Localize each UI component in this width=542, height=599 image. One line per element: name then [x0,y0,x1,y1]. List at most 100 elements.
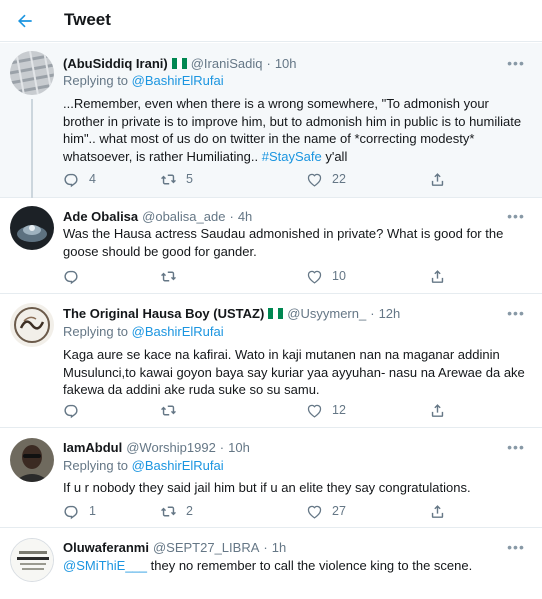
retweet-button[interactable] [160,267,177,285]
separator-dot: · [219,440,225,455]
separator-dot: · [229,209,234,224]
display-name[interactable]: Oluwaferanmi [63,540,149,555]
avatar[interactable] [10,206,54,250]
like-button[interactable]: 27 [306,502,346,520]
avatar[interactable] [10,438,54,482]
heart-icon [307,270,322,284]
nigeria-flag-icon [268,308,284,319]
share-button[interactable] [429,502,446,520]
more-icon[interactable]: ••• [506,209,526,224]
hashtag-link[interactable]: #StaySafe [262,149,322,164]
retweet-icon [161,271,176,281]
tweet-text-tail: y'all [325,148,348,164]
back-arrow-icon [18,14,32,28]
retweet-button[interactable] [160,401,177,419]
share-icon [431,172,444,186]
reply-button[interactable]: 1 [63,502,96,520]
share-icon [431,269,444,283]
more-icon[interactable]: ••• [506,306,526,321]
reply-icon [64,270,78,284]
tweet-timestamp[interactable]: 10h [275,56,297,71]
tweet-header: Oluwaferanmi @SEPT27_LIBRA · 1h [63,540,286,555]
heart-icon [307,404,322,418]
like-count: 27 [332,504,346,518]
back-button[interactable] [12,8,38,34]
retweet-icon [161,506,176,516]
display-name[interactable]: (AbuSiddiq Irani) [63,56,168,71]
tweet-timestamp[interactable]: 10h [228,440,250,455]
thread-line [31,99,33,199]
tweet-text: If u r nobody they said jail him but if … [63,480,471,495]
tweet-item[interactable]: IamAbdul @Worship1992 · 10h ••• Replying… [0,428,542,528]
avatar[interactable] [10,51,54,95]
tweet-timestamp[interactable]: 1h [272,540,286,555]
replying-to-label: Replying to [63,73,129,88]
reply-button[interactable]: 4 [63,170,96,188]
tweet-timestamp[interactable]: 4h [238,209,252,224]
display-name[interactable]: The Original Hausa Boy (USTAZ) [63,306,264,321]
reply-button[interactable] [63,401,80,419]
mention-link[interactable]: @BashirElRufai [132,324,224,339]
tweet-item[interactable]: Ade Obalisa @obalisa_ade · 4h ••• Was th… [0,198,542,294]
share-icon [431,403,444,417]
tweet-text: @SMiThiE___ they no remember to call the… [63,557,525,575]
separator-dot: · [263,540,268,555]
share-button[interactable] [429,401,446,419]
avatar[interactable] [10,303,54,347]
share-icon [431,504,444,518]
tweet-header: (AbuSiddiq Irani) @IraniSadiq · 10h [63,56,297,71]
separator-dot: · [266,56,271,71]
like-button[interactable]: 12 [306,401,346,419]
retweet-button[interactable]: 2 [160,502,193,520]
tweet-item[interactable]: Oluwaferanmi @SEPT27_LIBRA · 1h ••• @SMi… [0,528,542,599]
tweet-item[interactable]: (AbuSiddiq Irani) @IraniSadiq · 10h ••• … [0,43,542,199]
more-icon[interactable]: ••• [506,440,526,455]
user-handle[interactable]: @Worship1992 [126,440,216,455]
like-count: 22 [332,172,346,186]
tweet-header: Ade Obalisa @obalisa_ade · 4h [63,209,252,224]
like-button[interactable]: 10 [306,267,346,285]
replying-to-label: Replying to [63,458,129,473]
replying-to-label: Replying to [63,324,129,339]
reply-count: 1 [89,504,96,518]
more-icon[interactable]: ••• [506,56,526,71]
user-handle[interactable]: @Usyymern_ [287,306,366,321]
user-handle[interactable]: @SEPT27_LIBRA [153,540,259,555]
reply-icon [64,404,78,418]
tweet-item[interactable]: The Original Hausa Boy (USTAZ) @Usyymern… [0,294,542,428]
retweet-button[interactable]: 5 [160,170,193,188]
heart-icon [307,173,322,187]
tweet-actions: 4 5 22 [63,170,446,188]
share-button[interactable] [429,267,446,285]
reply-icon [64,505,78,519]
tweet-header: The Original Hausa Boy (USTAZ) @Usyymern… [63,306,400,321]
mention-link[interactable]: @SMiThiE___ [63,558,147,573]
tweet-header: IamAbdul @Worship1992 · 10h [63,440,250,455]
more-icon[interactable]: ••• [506,540,526,555]
page-title: Tweet [64,10,111,29]
tweet-actions: 12 [63,401,446,419]
avatar[interactable] [10,538,54,582]
separator-dot: · [370,306,375,321]
display-name[interactable]: IamAbdul [63,440,122,455]
display-name[interactable]: Ade Obalisa [63,209,138,224]
mention-link[interactable]: @BashirElRufai [132,73,224,88]
page-header: Tweet [0,0,542,42]
share-button[interactable] [429,170,446,188]
replying-to: Replying to @BashirElRufai [63,324,224,339]
user-handle[interactable]: @obalisa_ade [142,209,225,224]
like-count: 10 [332,269,346,283]
retweet-icon [161,174,176,184]
tweet-actions: 1 2 27 [63,502,446,520]
replying-to: Replying to @BashirElRufai [63,73,224,88]
tweet-timestamp[interactable]: 12h [379,306,401,321]
tweet-text-tail: they no remember to call the violence ki… [150,558,473,573]
user-handle[interactable]: @IraniSadiq [191,56,263,71]
heart-icon [307,505,322,519]
like-button[interactable]: 22 [306,170,346,188]
tweet-actions: 10 [63,267,446,285]
mention-link[interactable]: @BashirElRufai [132,458,224,473]
nigeria-flag-icon [171,58,187,69]
reply-button[interactable] [63,267,80,285]
retweet-count: 5 [186,172,193,186]
